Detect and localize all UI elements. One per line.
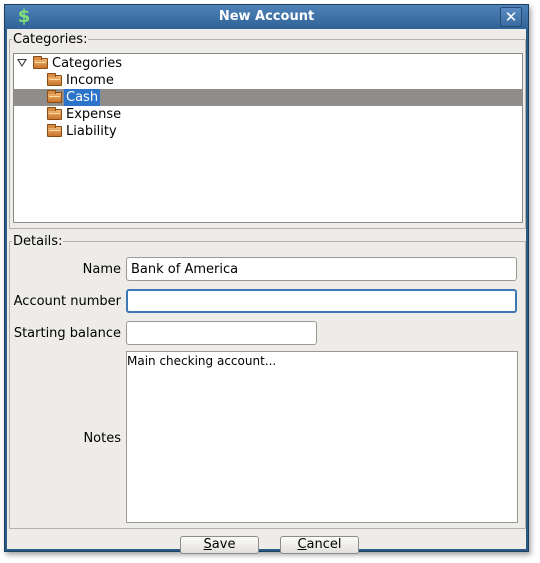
tree-item-label: Cash <box>64 89 101 106</box>
cancel-button[interactable]: Cancel <box>280 536 359 554</box>
close-button[interactable]: ✕ <box>500 7 522 27</box>
window-title: New Account <box>218 9 315 24</box>
close-icon: ✕ <box>504 8 518 26</box>
tree-item-liability[interactable]: Liability <box>14 123 522 140</box>
folder-icon <box>47 107 62 120</box>
starting-balance-field[interactable] <box>126 321 317 345</box>
starting-balance-label: Starting balance <box>13 326 121 341</box>
tree-item-label: Categories <box>52 56 123 71</box>
cancel-mnemonic: C <box>297 537 307 552</box>
details-legend: Details: <box>13 234 63 249</box>
tree-item-income[interactable]: Income <box>14 72 522 89</box>
expand-triangle-icon[interactable] <box>17 59 27 67</box>
notes-label: Notes <box>83 431 121 446</box>
name-field[interactable] <box>126 257 517 281</box>
name-label: Name <box>82 262 121 277</box>
tree-item-cash[interactable]: Cash <box>14 89 522 106</box>
tree-item-label: Expense <box>66 107 122 122</box>
folder-icon <box>33 56 48 69</box>
account-number-label: Account number <box>13 294 121 309</box>
account-number-field[interactable] <box>126 289 517 313</box>
save-button[interactable]: Save <box>180 536 259 554</box>
tree-item-categories[interactable]: Categories <box>14 55 522 72</box>
tree-item-expense[interactable]: Expense <box>14 106 522 123</box>
folder-icon <box>47 73 62 86</box>
category-tree[interactable]: Categories Income Cash Expense Liability <box>13 53 523 223</box>
tree-item-label: Income <box>66 73 114 88</box>
title-bar[interactable]: $ New Account ✕ <box>5 5 528 29</box>
dialog-content: Categories: Categories Income Cash Expen… <box>7 29 526 554</box>
categories-legend: Categories: <box>13 32 88 47</box>
save-label-rest: ave <box>211 537 236 552</box>
notes-textarea[interactable]: Main checking account... <box>126 351 518 523</box>
folder-icon <box>47 90 62 103</box>
save-mnemonic: S <box>203 537 212 552</box>
tree-item-label: Liability <box>66 124 117 139</box>
new-account-dialog: $ New Account ✕ Categories: Categories I… <box>4 4 529 554</box>
cancel-label-rest: ancel <box>306 537 342 552</box>
folder-icon <box>47 124 62 137</box>
